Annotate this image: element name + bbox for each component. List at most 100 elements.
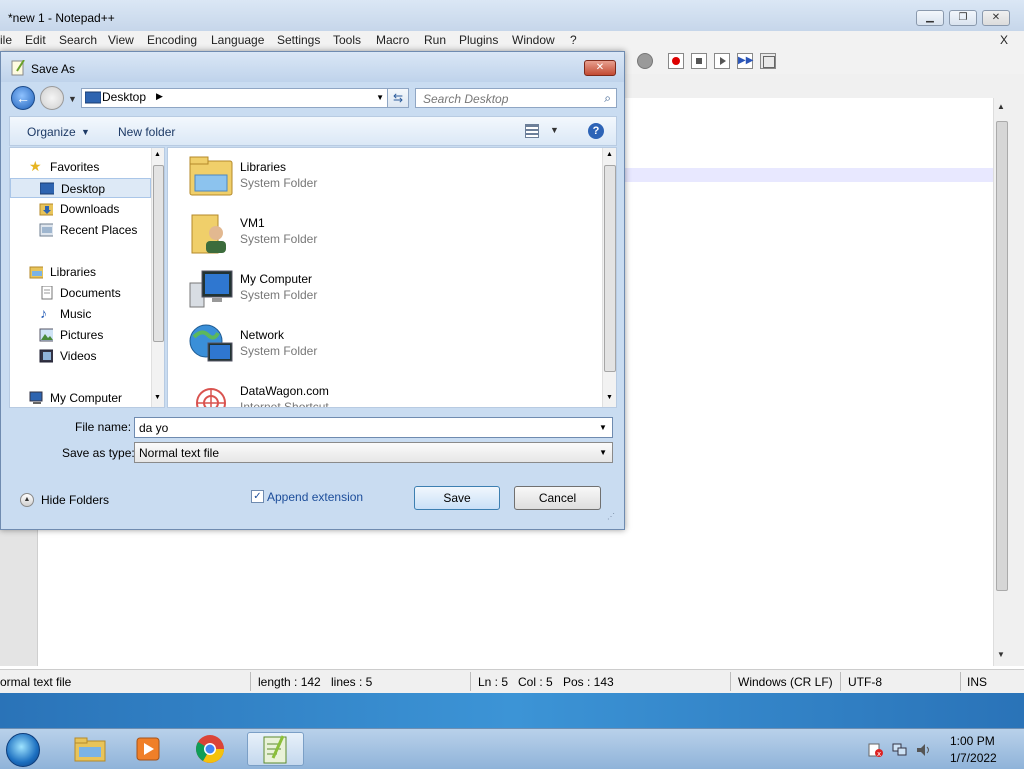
nav-my-computer[interactable]: My Computer [10,388,151,407]
taskbar-notepadpp-button[interactable] [247,732,304,766]
scroll-down-arrow-icon[interactable]: ▼ [154,394,161,401]
menu-tools[interactable]: Tools [333,33,361,47]
menu-language[interactable]: Language [211,33,264,47]
file-list-pane: Libraries System Folder VM1 System Folde… [167,147,617,408]
file-type: System Folder [240,232,318,246]
close-document-button[interactable]: X [1000,33,1008,47]
menu-help[interactable]: ? [570,33,577,47]
resize-grip-icon[interactable]: ⋰ [607,512,615,521]
status-separator [960,672,961,691]
save-as-type-select[interactable]: Normal text file ▼ [134,442,613,463]
command-bar: Organize ▼ New folder ▼ ? [9,116,617,146]
editor-scrollbar-thumb[interactable] [996,121,1008,591]
record-icon [672,57,680,65]
run-macro-multiple-button[interactable]: ▶▶ [737,53,753,69]
recent-locations-dropdown-icon[interactable]: ▼ [68,94,77,104]
computer-icon [189,270,233,308]
search-box[interactable]: Search Desktop ⌕ [415,88,617,108]
status-separator [840,672,841,691]
nav-documents[interactable]: Documents [10,283,151,303]
nav-libraries[interactable]: Libraries [10,262,151,282]
dialog-close-button[interactable]: ✕ [584,60,616,76]
scroll-down-arrow-icon[interactable]: ▼ [997,650,1005,659]
desktop-icon [40,182,54,195]
macro-icon[interactable] [637,53,653,69]
scroll-up-arrow-icon[interactable]: ▲ [154,151,161,158]
taskbar-explorer-button[interactable] [66,732,114,766]
address-text[interactable]: Desktop [102,90,146,104]
menu-settings[interactable]: Settings [277,33,320,47]
search-icon[interactable]: ⌕ [604,91,611,106]
menu-run[interactable]: Run [424,33,446,47]
breadcrumb-chevron-icon[interactable]: ▶ [156,91,163,102]
nav-videos[interactable]: Videos [10,346,151,366]
close-window-button[interactable]: ✕ [982,10,1010,26]
nav-favorites[interactable]: ★ Favorites [10,157,151,177]
playback-macro-button[interactable] [714,53,730,69]
downloads-folder-icon [39,203,53,216]
forward-button[interactable] [40,86,64,110]
refresh-button[interactable]: ⇆ [387,88,409,108]
minimize-button[interactable]: ▁ [916,10,944,26]
network-tray-icon[interactable] [892,742,907,756]
organize-dropdown-icon[interactable]: ▼ [81,127,90,137]
change-view-icon[interactable] [525,124,539,138]
menu-search[interactable]: Search [59,33,97,47]
back-button[interactable]: ← [11,86,35,110]
view-dropdown-icon[interactable]: ▼ [550,125,559,135]
nav-desktop[interactable]: Desktop [10,178,151,198]
menu-macro[interactable]: Macro [376,33,409,47]
user-folder-icon [191,214,226,254]
file-list-scrollbar-thumb[interactable] [604,165,616,372]
menu-plugins[interactable]: Plugins [459,33,498,47]
append-extension-checkbox[interactable]: ✓ [251,490,264,503]
file-item-my-computer[interactable]: My Computer System Folder [186,265,586,317]
refresh-icon: ⇆ [392,91,404,105]
stop-recording-button[interactable] [691,53,707,69]
nav-downloads[interactable]: Downloads [10,199,151,219]
menu-file[interactable]: ile [0,33,12,47]
file-item-libraries[interactable]: Libraries System Folder [186,153,586,205]
volume-icon[interactable] [916,742,930,756]
menu-edit[interactable]: Edit [25,33,46,47]
scroll-up-arrow-icon[interactable]: ▲ [606,151,613,158]
navigation-scrollbar-thumb[interactable] [153,165,164,342]
taskbar-chrome-button[interactable] [186,732,234,766]
scroll-down-arrow-icon[interactable]: ▼ [606,394,613,401]
menu-view[interactable]: View [108,33,134,47]
menu-window[interactable]: Window [512,33,555,47]
record-macro-button[interactable] [668,53,684,69]
nav-recent-places[interactable]: Recent Places [10,220,151,240]
file-item-vm1[interactable]: VM1 System Folder [186,209,586,261]
nav-music[interactable]: ♪ Music [10,304,151,324]
clock-date[interactable]: 1/7/2022 [950,751,997,765]
organize-button[interactable]: Organize [27,125,76,139]
help-icon[interactable]: ? [588,123,604,139]
stop-icon [696,58,702,64]
start-button[interactable] [6,733,40,767]
file-list-scrollbar[interactable]: ▲ ▼ [602,148,616,407]
music-icon: ♪ [40,305,47,321]
save-button[interactable]: Save [414,486,500,510]
file-item-datawagon[interactable]: DataWagon.com Internet Shortcut [186,377,586,407]
cancel-button[interactable]: Cancel [514,486,601,510]
network-icon [189,324,233,362]
file-name-dropdown-icon[interactable]: ▼ [599,423,619,432]
navigation-pane: ★ Favorites Desktop Downloads Recent Pla… [9,147,165,408]
nav-label: Recent Places [60,223,138,237]
maximize-button[interactable]: ❐ [949,10,977,26]
new-folder-button[interactable]: New folder [118,125,175,139]
nav-pictures[interactable]: Pictures [10,325,151,345]
save-macro-button[interactable] [760,53,776,69]
action-center-icon[interactable]: x [868,742,883,758]
status-encoding: UTF-8 [848,675,882,689]
file-name-input[interactable] [134,417,613,438]
clock-time[interactable]: 1:00 PM [950,734,995,748]
taskbar-media-player-button[interactable] [124,732,172,766]
append-extension-label[interactable]: Append extension [267,490,363,504]
scroll-up-arrow-icon[interactable]: ▲ [997,102,1005,111]
file-item-network[interactable]: Network System Folder [186,321,586,373]
menu-encoding[interactable]: Encoding [147,33,197,47]
address-dropdown-icon[interactable]: ▼ [376,93,384,102]
navigation-pane-scrollbar[interactable]: ▲ ▼ [151,148,164,407]
